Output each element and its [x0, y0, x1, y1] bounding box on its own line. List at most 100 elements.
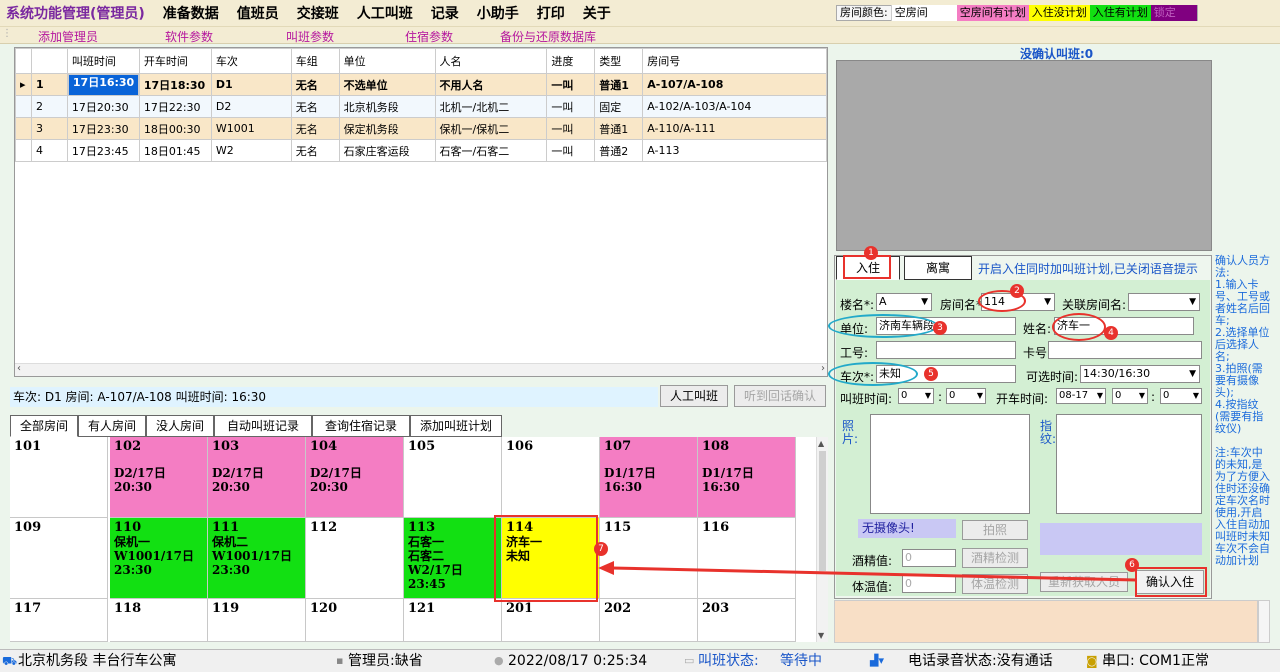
room-cell-121[interactable]: 121: [404, 599, 502, 642]
room-cell-108[interactable]: 108 D1/17日 16:30: [698, 437, 796, 518]
room-grid-scrollbar[interactable]: ▲ ▼: [816, 437, 828, 642]
cell[interactable]: A-113: [642, 139, 827, 162]
menu-records[interactable]: 记录: [431, 3, 459, 23]
optional-time-select[interactable]: 14:30/16:30 ▼: [1080, 365, 1200, 383]
room-cell-120[interactable]: 120: [306, 599, 404, 642]
cell[interactable]: D2: [210, 95, 292, 118]
room-cell-110[interactable]: 110 保机一 W1001/17日 23:30: [110, 518, 208, 599]
cell[interactable]: 一叫: [546, 73, 596, 96]
scroll-up-icon[interactable]: ▲: [818, 439, 824, 448]
cell[interactable]: 普通1: [594, 73, 644, 96]
manual-call-button[interactable]: 人工叫班: [660, 385, 728, 407]
room-cell-106[interactable]: 106: [502, 437, 600, 518]
cell[interactable]: 不选单位: [338, 73, 436, 96]
room-cell-113[interactable]: 113 石客一 石客二 W2/17日 23:45: [404, 518, 502, 599]
cell[interactable]: 普通2: [594, 139, 644, 162]
cell[interactable]: 17日18:30: [138, 73, 212, 96]
call-hour-select[interactable]: 0 ▼: [898, 388, 934, 404]
cell[interactable]: 17日23:45: [66, 139, 140, 162]
tab-occupied-rooms[interactable]: 有人房间: [78, 415, 146, 437]
room-cell-201[interactable]: 201: [502, 599, 600, 642]
header-person[interactable]: 人名: [434, 48, 548, 74]
depart-date-select[interactable]: 08-17 ▼: [1056, 388, 1106, 404]
building-select[interactable]: A ▼: [876, 293, 932, 311]
cell[interactable]: 北机一/北机二: [434, 95, 548, 118]
room-cell-101[interactable]: 101: [10, 437, 108, 518]
cell[interactable]: 18日01:45: [138, 139, 212, 162]
header-unit[interactable]: 单位: [338, 48, 436, 74]
menu-about[interactable]: 关于: [583, 3, 611, 23]
room-cell-202[interactable]: 202: [600, 599, 698, 642]
submenu-software-params[interactable]: 软件参数: [165, 28, 213, 45]
depart-hour-select[interactable]: 0 ▼: [1112, 388, 1148, 404]
tab-add-call-plan[interactable]: 添加叫班计划: [410, 415, 502, 437]
menu-manual-call[interactable]: 人工叫班: [357, 3, 413, 23]
header-call-time[interactable]: 叫班时间: [66, 48, 140, 74]
tab-auto-call-records[interactable]: 自动叫班记录: [214, 415, 312, 437]
menu-print[interactable]: 打印: [537, 3, 565, 23]
menu-prepare-data[interactable]: 准备数据: [163, 3, 219, 23]
room-cell-102[interactable]: 102 D2/17日 20:30: [110, 437, 208, 518]
table-row[interactable]: 4 17日23:45 18日01:45 W2 无名 石家庄客运段 石客一/石客二…: [15, 139, 827, 162]
audio-icon[interactable]: ▟▾: [870, 650, 884, 672]
cell[interactable]: 固定: [594, 95, 644, 118]
card-field[interactable]: [1048, 341, 1202, 359]
header-type[interactable]: 类型: [594, 48, 644, 74]
scroll-right-icon[interactable]: ›: [821, 363, 825, 374]
message-scrollbar[interactable]: [1258, 600, 1270, 643]
tab-checkout[interactable]: 离寓: [904, 256, 972, 280]
submenu-add-admin[interactable]: 添加管理员: [38, 28, 98, 45]
room-cell-103[interactable]: 103 D2/17日 20:30: [208, 437, 306, 518]
cell[interactable]: 无名: [290, 117, 340, 140]
cell[interactable]: D1: [210, 73, 292, 96]
cell[interactable]: 保定机务段: [338, 117, 436, 140]
menu-duty-officer[interactable]: 值班员: [237, 3, 279, 23]
cell[interactable]: A-102/A-103/A-104: [642, 95, 827, 118]
cell[interactable]: A-107/A-108: [642, 73, 827, 96]
cell[interactable]: 普通1: [594, 117, 644, 140]
room-cell-109[interactable]: 109: [10, 518, 108, 599]
confirm-callback-button[interactable]: 听到回话确认: [734, 385, 826, 407]
call-min-select[interactable]: 0 ▼: [946, 388, 986, 404]
header-progress[interactable]: 进度: [546, 48, 596, 74]
cell[interactable]: A-110/A-111: [642, 117, 827, 140]
cell[interactable]: 不用人名: [434, 73, 548, 96]
menu-assistant[interactable]: 小助手: [477, 3, 519, 23]
scroll-down-icon[interactable]: ▼: [818, 631, 824, 640]
room-cell-119[interactable]: 119: [208, 599, 306, 642]
table-row[interactable]: 2 17日20:30 17日22:30 D2 无名 北京机务段 北机一/北机二 …: [15, 95, 827, 118]
cell[interactable]: 一叫: [546, 95, 596, 118]
tab-query-lodging[interactable]: 查询住宿记录: [312, 415, 410, 437]
cell[interactable]: W1001: [210, 117, 292, 140]
cell[interactable]: 一叫: [546, 139, 596, 162]
cell[interactable]: 无名: [290, 73, 340, 96]
cell[interactable]: 石客一/石客二: [434, 139, 548, 162]
grid-horizontal-scrollbar[interactable]: ‹ ›: [15, 363, 827, 376]
table-row[interactable]: ▸ 1 17日16:30 17日18:30 D1 无名 不选单位 不用人名 一叫…: [15, 73, 827, 96]
room-cell-107[interactable]: 107 D1/17日 16:30: [600, 437, 698, 518]
cell[interactable]: 17日22:30: [138, 95, 212, 118]
menu-system[interactable]: 系统功能管理(管理员): [6, 3, 145, 23]
related-room-select[interactable]: ▼: [1128, 293, 1200, 311]
cell-selected[interactable]: 17日16:30: [67, 74, 140, 96]
header-depart-time[interactable]: 开车时间: [138, 48, 212, 74]
scroll-thumb[interactable]: [819, 451, 826, 571]
cell[interactable]: W2: [210, 139, 292, 162]
scroll-left-icon[interactable]: ‹: [17, 363, 21, 374]
room-cell-105[interactable]: 105: [404, 437, 502, 518]
take-photo-button[interactable]: 拍照: [962, 520, 1028, 540]
cell[interactable]: 无名: [290, 139, 340, 162]
room-cell-115[interactable]: 115: [600, 518, 698, 599]
depart-min-select[interactable]: 0 ▼: [1160, 388, 1202, 404]
submenu-call-params[interactable]: 叫班参数: [286, 28, 334, 45]
cell[interactable]: 17日23:30: [66, 117, 140, 140]
room-cell-112[interactable]: 112: [306, 518, 404, 599]
header-room[interactable]: 房间号: [642, 48, 827, 74]
work-no-field[interactable]: [876, 341, 1016, 359]
room-cell-203[interactable]: 203: [698, 599, 796, 642]
cell[interactable]: 一叫: [546, 117, 596, 140]
cell[interactable]: 18日00:30: [138, 117, 212, 140]
cell[interactable]: 保机一/保机二: [434, 117, 548, 140]
submenu-backup-restore[interactable]: 备份与还原数据库: [500, 28, 596, 45]
cell[interactable]: 无名: [290, 95, 340, 118]
